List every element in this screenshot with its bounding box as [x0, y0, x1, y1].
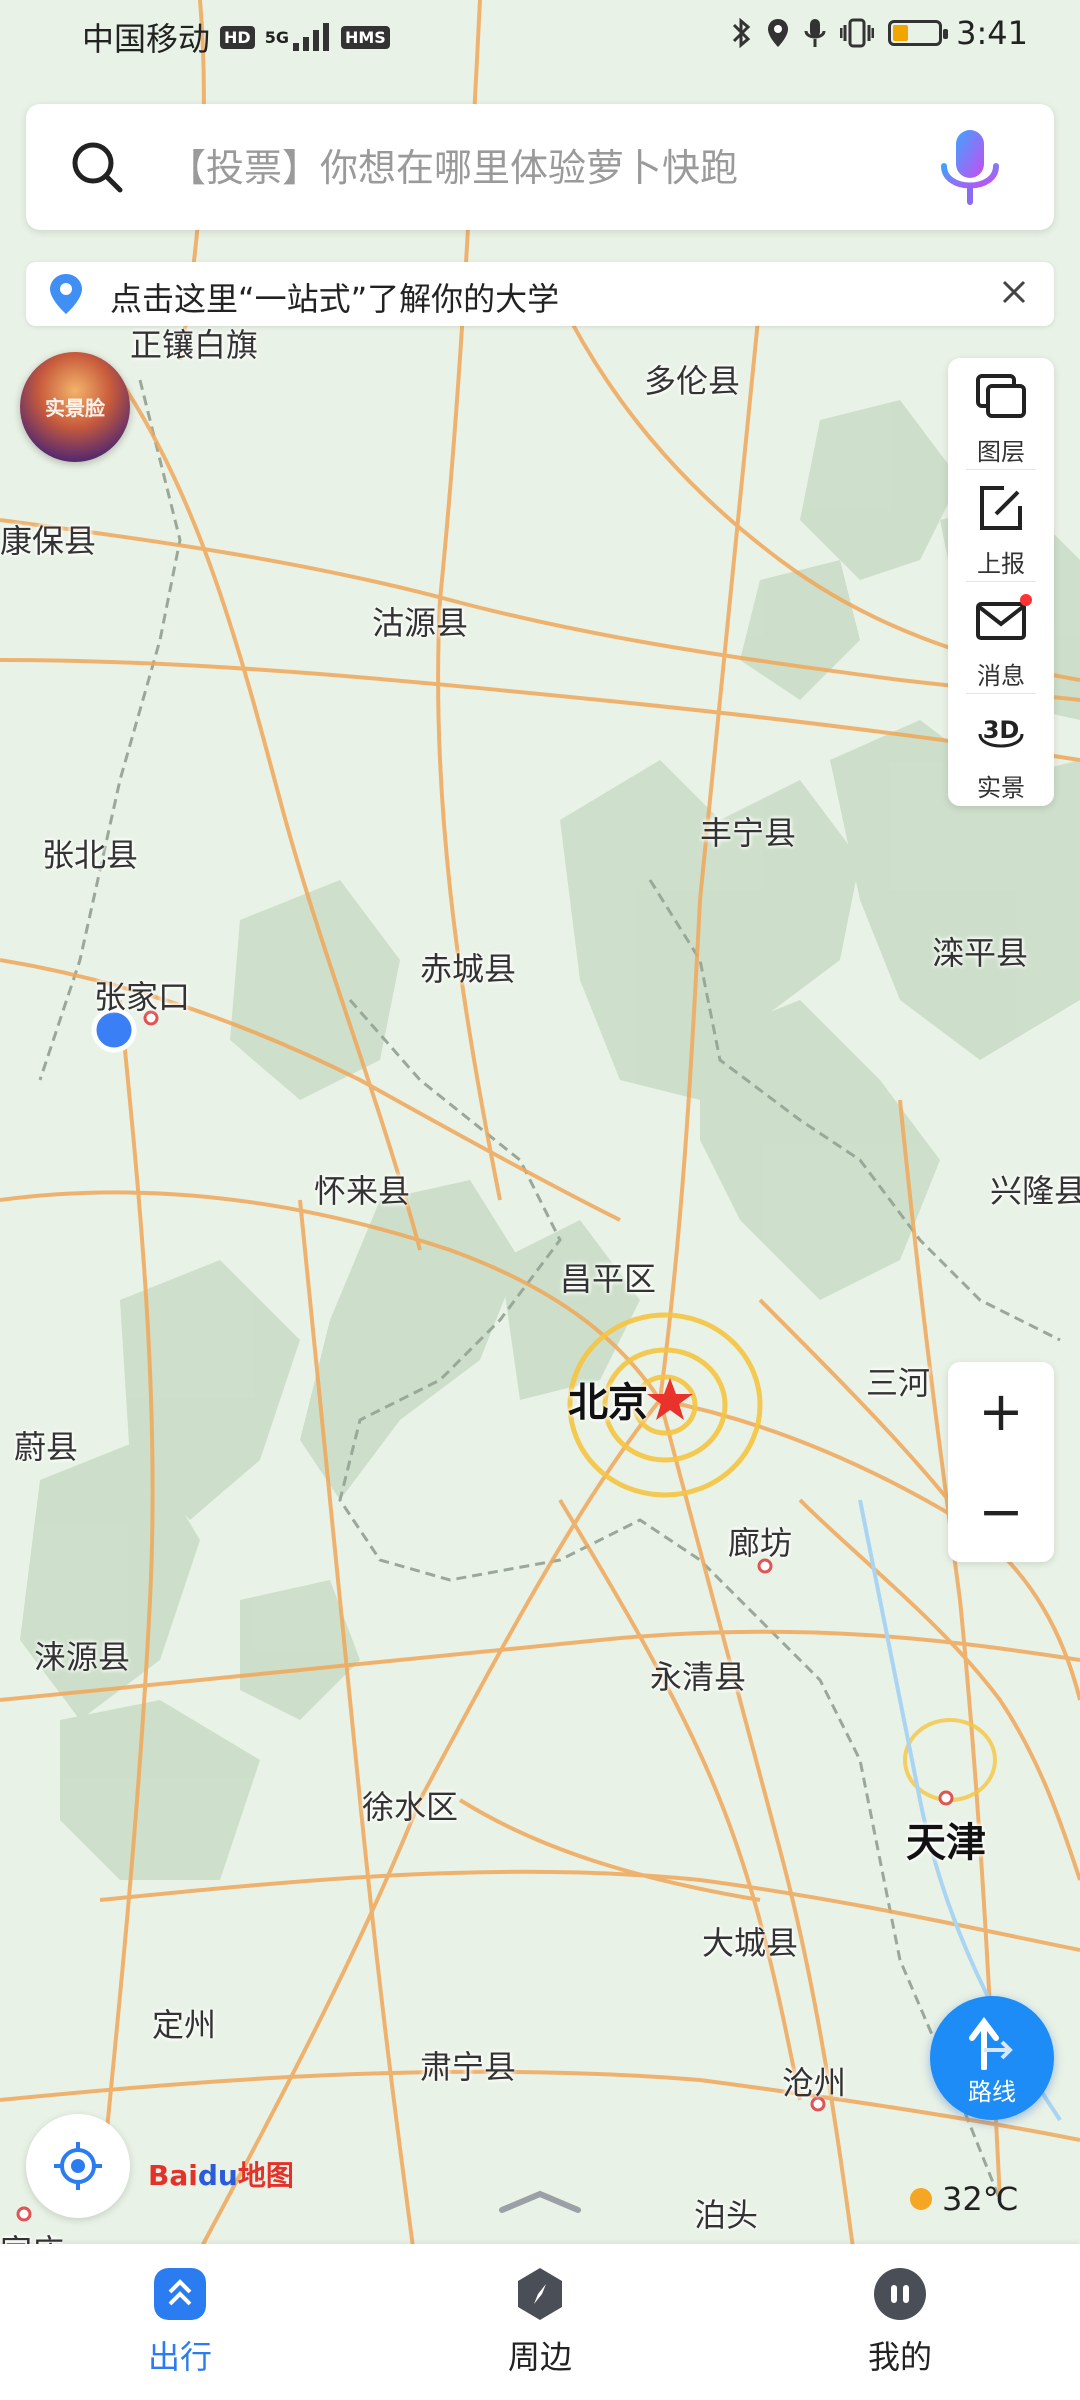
sun-icon — [910, 2188, 932, 2210]
nav-mine-label: 我的 — [867, 2338, 932, 2376]
close-icon[interactable] — [996, 274, 1032, 310]
map-pin-icon — [50, 274, 82, 314]
vibrate-icon — [840, 18, 875, 48]
baidu-map-logo: Baidu地图 — [148, 2154, 294, 2194]
unread-dot — [1020, 594, 1032, 606]
zoom-out-button[interactable]: − — [948, 1462, 1054, 1562]
microphone-icon — [804, 19, 826, 47]
street-view-avatar[interactable]: 实景脸 — [20, 352, 130, 462]
logo-text-bai: Bai — [148, 2159, 198, 2192]
map-tools-panel: 图层 上报 消息 3D 实景 — [948, 358, 1054, 806]
map-label: 沧州 — [782, 2064, 847, 2102]
carrier-name: 中国移动 — [82, 20, 211, 58]
weather-widget[interactable]: 32℃ — [910, 2180, 1019, 2218]
route-label: 路线 — [968, 2078, 1016, 2106]
layers-button[interactable]: 图层 — [948, 358, 1054, 470]
temperature: 32℃ — [942, 2180, 1019, 2218]
map-label-capital: 北京 — [568, 1380, 648, 1426]
nav-travel-label: 出行 — [147, 2338, 212, 2376]
report-label: 上报 — [977, 550, 1025, 578]
nav-mine[interactable]: 我的 — [800, 2244, 1000, 2400]
map-label: 昌平区 — [560, 1260, 657, 1298]
route-arrow-icon — [969, 2017, 1013, 2070]
map-label: 怀来县 — [314, 1172, 411, 1210]
zoom-in-button[interactable]: + — [948, 1362, 1054, 1462]
map-label: 蔚县 — [14, 1428, 79, 1466]
3d-icon: 3D — [978, 716, 1024, 748]
nav-travel[interactable]: 出行 — [80, 2244, 280, 2400]
chevron-up-icon[interactable] — [496, 2186, 584, 2216]
map-label: 徐水区 — [362, 1788, 459, 1826]
bottom-navigation: 出行 周边 我的 — [0, 2244, 1080, 2400]
map-label: 定州 — [152, 2006, 217, 2044]
travel-icon — [154, 2268, 206, 2320]
hd-badge: HD — [220, 25, 255, 49]
profile-icon — [874, 2268, 926, 2320]
nav-nearby[interactable]: 周边 — [440, 2244, 640, 2400]
map-label: 滦平县 — [932, 934, 1029, 972]
nav-nearby-label: 周边 — [507, 2338, 572, 2376]
notice-text[interactable]: 点击这里“一站式”了解你的大学 — [110, 274, 559, 320]
report-button[interactable]: 上报 — [948, 470, 1054, 582]
map-label: 沽源县 — [372, 604, 469, 642]
target-icon — [54, 2142, 102, 2190]
map-label: 涞源县 — [34, 1638, 131, 1676]
locate-me-button[interactable] — [26, 2114, 130, 2218]
route-button[interactable]: 路线 — [930, 1996, 1054, 2120]
map-label: 廊坊 — [728, 1524, 793, 1562]
map-label: 多伦县 — [644, 362, 741, 400]
signal-icon — [292, 23, 329, 51]
search-input[interactable] — [166, 104, 930, 232]
network-type: 5G — [264, 27, 289, 47]
map-label-city: 天津 — [906, 1820, 986, 1866]
avatar-label: 实景脸 — [45, 396, 105, 420]
zoom-controls: + − — [948, 1362, 1054, 1562]
map-label: 肃宁县 — [420, 2048, 517, 2086]
search-icon[interactable] — [68, 138, 126, 196]
realview-label: 实景 — [977, 774, 1025, 802]
compass-icon — [518, 2268, 562, 2320]
map-label: 丰宁县 — [700, 814, 797, 852]
svg-text:3D: 3D — [983, 716, 1020, 744]
map-label: 张家口 — [94, 978, 191, 1016]
edit-icon — [980, 486, 1022, 530]
location-icon — [768, 19, 789, 47]
map-label: 张北县 — [42, 836, 139, 874]
map-label: 兴隆县 — [990, 1172, 1080, 1210]
search-bar[interactable] — [26, 104, 1054, 232]
messages-label: 消息 — [977, 662, 1025, 690]
map-label: 永清县 — [650, 1658, 747, 1696]
map-label: 三河 — [866, 1364, 931, 1402]
layers-icon — [976, 374, 1026, 418]
map-label: 大城县 — [702, 1924, 799, 1962]
map-label: 康保县 — [0, 522, 97, 560]
notice-banner[interactable]: 点击这里“一站式”了解你的大学 — [26, 262, 1054, 326]
bluetooth-icon — [733, 17, 751, 49]
status-bar: 中国移动 HD 5G HMS 3:41 — [0, 0, 1080, 72]
layers-label: 图层 — [977, 438, 1025, 466]
battery-icon — [888, 20, 949, 46]
logo-text-ditu: 地图 — [237, 2159, 294, 2192]
messages-button[interactable]: 消息 — [948, 582, 1054, 694]
realview-button[interactable]: 3D 实景 — [948, 694, 1054, 806]
map-label: 正镶白旗 — [130, 326, 259, 364]
logo-text-du: du — [197, 2159, 238, 2192]
voice-search-icon[interactable] — [934, 126, 1006, 210]
map-label: 泊头 — [694, 2196, 759, 2234]
clock-time: 3:41 — [956, 14, 1028, 52]
hms-badge: HMS — [340, 25, 390, 49]
map-label: 赤城县 — [420, 950, 517, 988]
